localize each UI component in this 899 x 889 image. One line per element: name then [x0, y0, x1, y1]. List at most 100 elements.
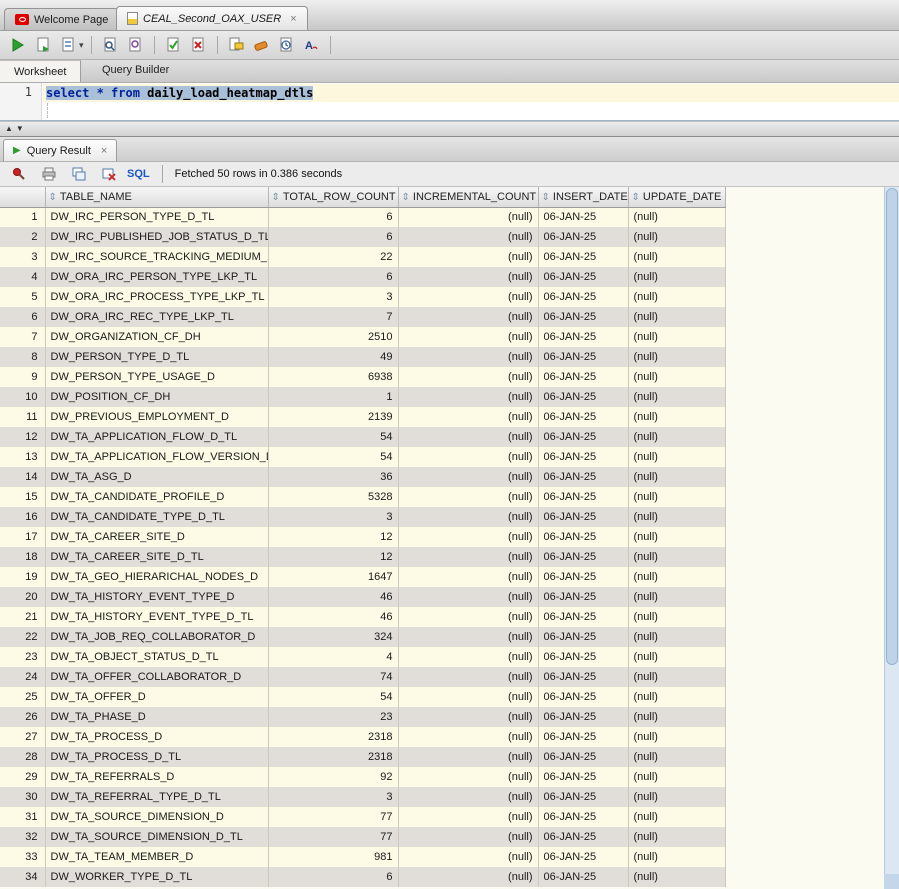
find-replace-icon[interactable]: A [300, 34, 323, 57]
incremental-count-cell[interactable]: (null) [398, 607, 538, 627]
incremental-count-cell[interactable]: (null) [398, 587, 538, 607]
insert-date-cell[interactable]: 06-JAN-25 [538, 767, 628, 787]
table-row[interactable]: 10DW_POSITION_CF_DH1(null)06-JAN-25(null… [0, 387, 725, 407]
update-date-cell[interactable]: (null) [628, 507, 725, 527]
print-icon[interactable] [37, 163, 60, 186]
table-row[interactable]: 23DW_TA_OBJECT_STATUS_D_TL4(null)06-JAN-… [0, 647, 725, 667]
insert-date-cell[interactable]: 06-JAN-25 [538, 327, 628, 347]
total-row-count-cell[interactable]: 6 [268, 207, 398, 227]
update-date-cell[interactable]: (null) [628, 707, 725, 727]
table-name-cell[interactable]: DW_IRC_PERSON_TYPE_D_TL [45, 207, 268, 227]
table-name-cell[interactable]: DW_TA_REFERRALS_D [45, 767, 268, 787]
incremental-count-cell[interactable]: (null) [398, 207, 538, 227]
total-row-count-cell[interactable]: 22 [268, 247, 398, 267]
total-row-count-cell[interactable]: 2510 [268, 327, 398, 347]
total-row-count-cell[interactable]: 3 [268, 287, 398, 307]
sort-icon[interactable]: ⇕ [542, 192, 550, 203]
update-date-cell[interactable]: (null) [628, 567, 725, 587]
total-row-count-cell[interactable]: 46 [268, 607, 398, 627]
insert-date-cell[interactable]: 06-JAN-25 [538, 467, 628, 487]
insert-date-cell[interactable]: 06-JAN-25 [538, 207, 628, 227]
explain-plan-icon[interactable] [99, 34, 122, 57]
insert-date-cell[interactable]: 06-JAN-25 [538, 707, 628, 727]
table-name-cell[interactable]: DW_TA_CAREER_SITE_D_TL [45, 547, 268, 567]
insert-date-cell[interactable]: 06-JAN-25 [538, 867, 628, 887]
total-row-count-cell[interactable]: 981 [268, 847, 398, 867]
total-row-count-cell[interactable]: 4 [268, 647, 398, 667]
table-row[interactable]: 19DW_TA_GEO_HIERARICHAL_NODES_D1647(null… [0, 567, 725, 587]
total-row-count-cell[interactable]: 6 [268, 227, 398, 247]
table-name-cell[interactable]: DW_WORKER_TYPE_D_TL [45, 867, 268, 887]
incremental-count-cell[interactable]: (null) [398, 447, 538, 467]
table-name-cell[interactable]: DW_TA_GEO_HIERARICHAL_NODES_D [45, 567, 268, 587]
table-name-cell[interactable]: DW_TA_CAREER_SITE_D [45, 527, 268, 547]
sql-code-line[interactable]: select * from daily_load_heatmap_dtls [43, 84, 899, 102]
refresh-grid-icon[interactable] [67, 163, 90, 186]
total-row-count-cell[interactable]: 1647 [268, 567, 398, 587]
insert-date-cell[interactable]: 06-JAN-25 [538, 807, 628, 827]
incremental-count-cell[interactable]: (null) [398, 247, 538, 267]
update-date-cell[interactable]: (null) [628, 347, 725, 367]
table-row[interactable]: 16DW_TA_CANDIDATE_TYPE_D_TL3(null)06-JAN… [0, 507, 725, 527]
sql-link[interactable]: SQL [127, 168, 150, 180]
incremental-count-cell[interactable]: (null) [398, 407, 538, 427]
insert-date-cell[interactable]: 06-JAN-25 [538, 407, 628, 427]
table-row[interactable]: 34DW_WORKER_TYPE_D_TL6(null)06-JAN-25(nu… [0, 867, 725, 887]
table-name-cell[interactable]: DW_TA_APPLICATION_FLOW_VERSION_D [45, 447, 268, 467]
table-row[interactable]: 14DW_TA_ASG_D36(null)06-JAN-25(null) [0, 467, 725, 487]
incremental-count-cell[interactable]: (null) [398, 387, 538, 407]
total-row-count-cell[interactable]: 92 [268, 767, 398, 787]
incremental-count-cell[interactable]: (null) [398, 867, 538, 887]
incremental-count-cell[interactable]: (null) [398, 307, 538, 327]
insert-date-cell[interactable]: 06-JAN-25 [538, 547, 628, 567]
table-name-cell[interactable]: DW_IRC_SOURCE_TRACKING_MEDIUM_... [45, 247, 268, 267]
total-row-count-cell[interactable]: 77 [268, 807, 398, 827]
table-row[interactable]: 2DW_IRC_PUBLISHED_JOB_STATUS_D_TL6(null)… [0, 227, 725, 247]
incremental-count-cell[interactable]: (null) [398, 327, 538, 347]
incremental-count-cell[interactable]: (null) [398, 687, 538, 707]
table-row[interactable]: 25DW_TA_OFFER_D54(null)06-JAN-25(null) [0, 687, 725, 707]
table-name-cell[interactable]: DW_ORA_IRC_PROCESS_TYPE_LKP_TL [45, 287, 268, 307]
table-row[interactable]: 12DW_TA_APPLICATION_FLOW_D_TL54(null)06-… [0, 427, 725, 447]
run-statement-icon[interactable] [6, 34, 29, 57]
table-name-cell[interactable]: DW_ORA_IRC_REC_TYPE_LKP_TL [45, 307, 268, 327]
table-row[interactable]: 13DW_TA_APPLICATION_FLOW_VERSION_D54(nul… [0, 447, 725, 467]
table-row[interactable]: 4DW_ORA_IRC_PERSON_TYPE_LKP_TL6(null)06-… [0, 267, 725, 287]
insert-date-cell[interactable]: 06-JAN-25 [538, 567, 628, 587]
delete-grid-icon[interactable] [97, 163, 120, 186]
tuning-advisor-icon[interactable] [124, 34, 147, 57]
update-date-cell[interactable]: (null) [628, 787, 725, 807]
insert-date-cell[interactable]: 06-JAN-25 [538, 827, 628, 847]
vertical-scrollbar[interactable] [884, 187, 899, 889]
update-date-cell[interactable]: (null) [628, 867, 725, 887]
update-date-cell[interactable]: (null) [628, 387, 725, 407]
close-tab-icon[interactable]: × [290, 13, 296, 25]
column-header[interactable]: ⇕TABLE_NAME [45, 187, 268, 207]
table-name-cell[interactable]: DW_TA_SOURCE_DIMENSION_D_TL [45, 827, 268, 847]
insert-date-cell[interactable]: 06-JAN-25 [538, 367, 628, 387]
table-name-cell[interactable]: DW_PERSON_TYPE_D_TL [45, 347, 268, 367]
incremental-count-cell[interactable]: (null) [398, 487, 538, 507]
sort-icon[interactable]: ⇕ [272, 192, 280, 203]
table-row[interactable]: 29DW_TA_REFERRALS_D92(null)06-JAN-25(nul… [0, 767, 725, 787]
table-name-cell[interactable]: DW_IRC_PUBLISHED_JOB_STATUS_D_TL [45, 227, 268, 247]
update-date-cell[interactable]: (null) [628, 607, 725, 627]
insert-date-cell[interactable]: 06-JAN-25 [538, 267, 628, 287]
table-row[interactable]: 17DW_TA_CAREER_SITE_D12(null)06-JAN-25(n… [0, 527, 725, 547]
table-row[interactable]: 33DW_TA_TEAM_MEMBER_D981(null)06-JAN-25(… [0, 847, 725, 867]
table-row[interactable]: 26DW_TA_PHASE_D23(null)06-JAN-25(null) [0, 707, 725, 727]
incremental-count-cell[interactable]: (null) [398, 627, 538, 647]
incremental-count-cell[interactable]: (null) [398, 787, 538, 807]
table-name-cell[interactable]: DW_TA_ASG_D [45, 467, 268, 487]
update-date-cell[interactable]: (null) [628, 727, 725, 747]
total-row-count-cell[interactable]: 5328 [268, 487, 398, 507]
total-row-count-cell[interactable]: 7 [268, 307, 398, 327]
insert-date-cell[interactable]: 06-JAN-25 [538, 607, 628, 627]
table-name-cell[interactable]: DW_TA_JOB_REQ_COLLABORATOR_D [45, 627, 268, 647]
table-row[interactable]: 5DW_ORA_IRC_PROCESS_TYPE_LKP_TL3(null)06… [0, 287, 725, 307]
total-row-count-cell[interactable]: 49 [268, 347, 398, 367]
total-row-count-cell[interactable]: 54 [268, 447, 398, 467]
commit-icon[interactable] [162, 34, 185, 57]
update-date-cell[interactable]: (null) [628, 487, 725, 507]
total-row-count-cell[interactable]: 6 [268, 267, 398, 287]
